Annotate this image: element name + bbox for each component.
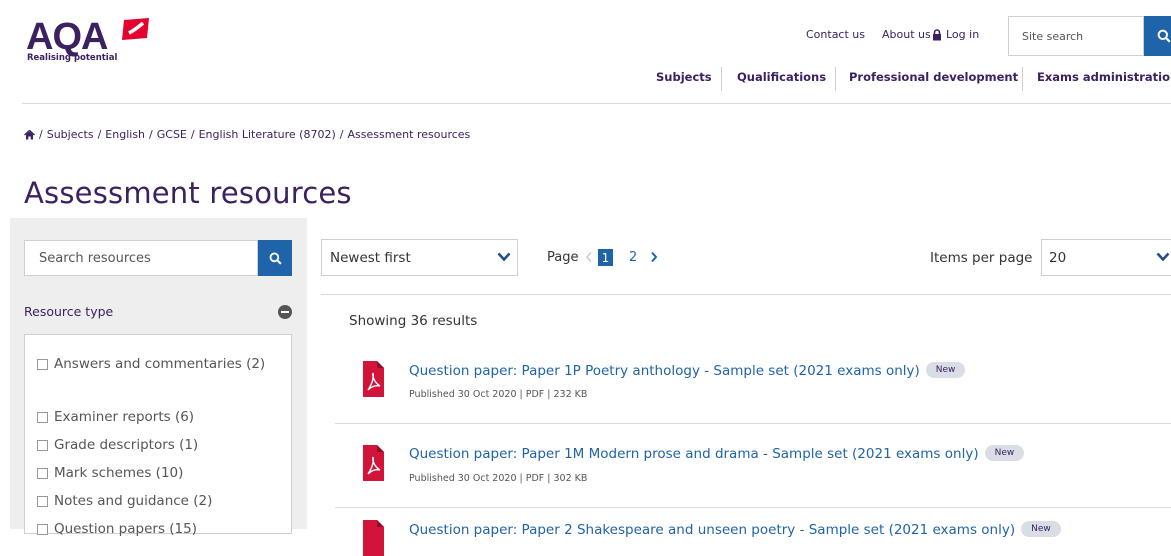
filter-mark-schemes[interactable]: Mark schemes (10)	[37, 464, 277, 482]
chevron-down-icon	[1156, 252, 1170, 262]
checkbox[interactable]	[37, 496, 48, 507]
checkbox[interactable]	[37, 412, 48, 423]
chevron-left-icon[interactable]	[585, 251, 593, 263]
logo-tagline: Realising potential	[27, 53, 118, 63]
nav-exams-administration[interactable]: Exams administration	[1037, 70, 1171, 84]
result-title-link[interactable]: Question paper: Paper 1P Poetry antholog…	[409, 363, 920, 379]
items-per-page-value: 20	[1049, 250, 1067, 266]
breadcrumb: / Subjects / English / GCSE / English Li…	[24, 128, 470, 141]
resource-search-input[interactable]	[25, 241, 259, 275]
chevron-down-icon	[497, 252, 511, 262]
pdf-icon	[363, 445, 384, 481]
checkbox[interactable]	[37, 359, 48, 370]
sort-select-value: Newest first	[330, 250, 411, 266]
result-title-link[interactable]: Question paper: Paper 2 Shakespeare and …	[409, 522, 1015, 538]
home-icon[interactable]	[24, 129, 35, 140]
result-item: Question paper: Paper 1P Poetry antholog…	[409, 360, 966, 379]
nav-professional-development[interactable]: Professional development	[849, 70, 1018, 84]
nav-divider	[1022, 67, 1023, 91]
filter-examiner-reports[interactable]: Examiner reports (6)	[37, 408, 277, 426]
filter-answers-and-commentaries[interactable]: Answers and commentaries (2)	[37, 355, 277, 373]
filter-grade-descriptors[interactable]: Grade descriptors (1)	[37, 436, 277, 454]
nav-divider	[721, 67, 722, 91]
filter-question-papers[interactable]: Question papers (15)	[37, 520, 277, 538]
about-us-link[interactable]: About us	[882, 28, 931, 41]
filter-label: Examiner reports (6)	[54, 409, 195, 425]
site-search-box	[1008, 16, 1144, 56]
result-divider	[335, 507, 1171, 508]
filter-label: Notes and guidance (2)	[54, 493, 213, 509]
filter-label: Grade descriptors (1)	[54, 437, 199, 453]
nav-subjects[interactable]: Subjects	[656, 70, 712, 84]
site-search-button[interactable]	[1144, 16, 1171, 56]
filter-label: Mark schemes (10)	[54, 465, 184, 481]
resource-search-box	[24, 240, 259, 276]
pdf-icon	[363, 361, 384, 397]
items-per-page-label: Items per page	[930, 250, 1033, 266]
logo-wordmark: AQA	[26, 16, 108, 58]
search-icon	[1157, 29, 1171, 43]
log-in-link[interactable]: Log in	[932, 28, 979, 41]
checkbox[interactable]	[37, 468, 48, 479]
pagination-label: Page	[547, 250, 579, 265]
pdf-icon	[363, 520, 384, 556]
page-title: Assessment resources	[24, 176, 352, 210]
filter-notes-and-guidance[interactable]: Notes and guidance (2)	[37, 492, 277, 510]
minus-circle-icon[interactable]	[278, 305, 292, 319]
result-meta: Published 30 Oct 2020 | PDF | 302 KB	[409, 473, 588, 484]
new-badge: New	[925, 361, 966, 378]
result-meta: Published 30 Oct 2020 | PDF | 232 KB	[409, 389, 588, 400]
page-1-current[interactable]: 1	[598, 249, 613, 266]
facet-title-resource-type[interactable]: Resource type	[24, 304, 113, 319]
logo-flag-icon	[122, 18, 149, 40]
breadcrumb-english-literature[interactable]: English Literature (8702)	[199, 128, 336, 141]
checkbox[interactable]	[37, 440, 48, 451]
new-badge: New	[984, 444, 1025, 461]
toolbar-divider	[321, 294, 1171, 295]
search-icon	[269, 252, 282, 265]
contact-us-link[interactable]: Contact us	[806, 28, 865, 41]
header-divider	[22, 103, 1171, 104]
breadcrumb-english[interactable]: English	[105, 128, 145, 141]
site-search-input[interactable]	[1009, 17, 1142, 55]
checkbox[interactable]	[37, 524, 48, 535]
log-in-label: Log in	[946, 28, 980, 41]
result-title-link[interactable]: Question paper: Paper 1M Modern prose an…	[409, 446, 979, 462]
breadcrumb-current: Assessment resources	[347, 128, 471, 141]
lock-icon	[933, 28, 941, 40]
chevron-right-icon[interactable]	[650, 251, 658, 263]
resource-search-button[interactable]	[258, 240, 292, 276]
aqa-logo[interactable]: AQA Realising potential	[26, 16, 149, 64]
filter-label: Answers and commentaries (2)	[54, 356, 266, 372]
results-count: Showing 36 results	[349, 313, 478, 329]
nav-qualifications[interactable]: Qualifications	[737, 70, 826, 84]
result-divider	[335, 423, 1171, 424]
result-item: Question paper: Paper 1M Modern prose an…	[409, 443, 1025, 462]
breadcrumb-gcse[interactable]: GCSE	[157, 128, 187, 141]
filter-label: Question papers (15)	[54, 521, 197, 537]
nav-divider	[835, 67, 836, 91]
page-2-link[interactable]: 2	[629, 250, 637, 265]
breadcrumb-subjects[interactable]: Subjects	[47, 128, 94, 141]
